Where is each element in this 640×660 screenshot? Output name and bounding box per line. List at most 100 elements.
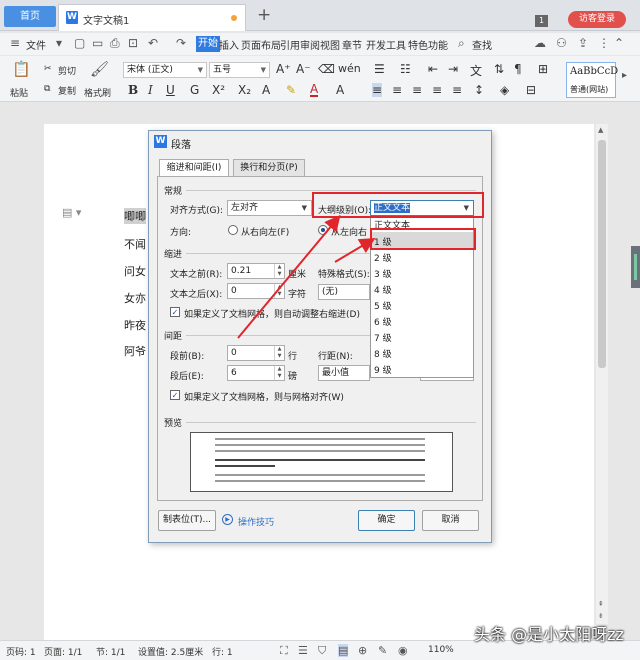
spinner-icon[interactable]: ▲ ▼ — [274, 284, 284, 298]
cut-icon[interactable]: ✂ — [44, 64, 52, 74]
align-right-icon[interactable]: ≡ — [412, 83, 422, 97]
show-marks-icon[interactable]: ¶ — [514, 62, 522, 76]
play-icon[interactable]: ▶ — [222, 514, 233, 525]
menu-insert[interactable]: 插入 — [219, 37, 239, 52]
dialog-titlebar[interactable]: W 段落 — [149, 131, 491, 153]
menu-review[interactable]: 审阅 — [300, 37, 320, 52]
menu-home[interactable]: 开始 — [196, 36, 220, 52]
vertical-scrollbar-thumb[interactable] — [598, 140, 606, 368]
highlight-icon[interactable]: ✎ — [286, 83, 296, 97]
outline-option[interactable]: 5 级 — [374, 299, 392, 312]
cancel-button[interactable]: 取消 — [422, 510, 479, 531]
menu-file[interactable]: 文件 — [26, 37, 46, 52]
align-left-icon[interactable]: ≡ — [372, 83, 383, 97]
line-spacing-select[interactable]: 最小值 — [318, 365, 370, 381]
font-size-select[interactable]: 五号 ▼ — [209, 62, 270, 78]
alignment-select[interactable]: 左对齐 ▼ — [227, 200, 312, 216]
subscript-icon[interactable]: X₂ — [238, 83, 251, 97]
zoom-level[interactable]: 110% — [428, 645, 454, 655]
rtl-label[interactable]: 从右向左(F) — [241, 225, 289, 238]
before-text-unit[interactable]: 厘米 — [288, 267, 306, 280]
shrink-font-icon[interactable]: A⁻ — [296, 62, 311, 76]
justify-icon[interactable]: ≡ — [432, 83, 442, 97]
new-doc-icon[interactable]: ▢ — [74, 36, 85, 50]
status-page-number[interactable]: 页码: 1 — [6, 645, 36, 658]
sort-icon[interactable]: ⇅ — [494, 62, 504, 76]
tab-line-page-break[interactable]: 换行和分页(P) — [233, 159, 305, 177]
status-row[interactable]: 行: 1 — [212, 645, 233, 658]
doc-line-1[interactable]: 唧唧 — [124, 208, 146, 224]
increase-indent-icon[interactable]: ⇥ — [448, 62, 458, 76]
status-page[interactable]: 页面: 1/1 — [44, 645, 82, 658]
menu-chapter[interactable]: 章节 — [342, 37, 362, 52]
side-panel-tab[interactable] — [631, 246, 640, 288]
font-name-select[interactable]: 宋体 (正文) ▼ — [123, 62, 207, 78]
tab-document[interactable]: W 文字文稿1 — [58, 4, 246, 31]
distribute-icon[interactable]: ≡ — [452, 83, 462, 97]
window-count-badge[interactable]: 1 — [535, 15, 548, 27]
share-icon[interactable]: ⇪ — [578, 36, 588, 50]
search-icon[interactable]: ⌕ — [458, 36, 465, 51]
tabs-button[interactable]: 制表位(T)... — [158, 510, 216, 531]
format-painter-button[interactable]: 格式刷 — [84, 86, 111, 99]
doc-line-5[interactable]: 昨夜 — [124, 317, 146, 333]
paste-icon[interactable]: 📋 — [12, 60, 31, 78]
italic-button[interactable]: I — [148, 83, 153, 97]
align-center-icon[interactable]: ≡ — [392, 83, 402, 97]
menu-developer[interactable]: 开发工具 — [366, 37, 406, 52]
status-setting[interactable]: 设置值: 2.5厘米 — [138, 645, 203, 658]
tips-link[interactable]: 操作技巧 — [238, 515, 274, 528]
space-after-unit[interactable]: 磅 — [288, 369, 297, 382]
style-gallery-normal[interactable]: AaBbCcD 普通(网站) — [566, 62, 618, 98]
line-spacing-icon[interactable]: ↕ — [474, 83, 484, 97]
char-shading-icon[interactable]: A — [336, 83, 344, 97]
doc-line-3[interactable]: 问女 — [124, 263, 146, 279]
paste-label[interactable]: 粘贴 — [10, 86, 28, 99]
collab-icon[interactable]: ⚇ — [556, 36, 567, 50]
before-text-input[interactable]: 0.21 ▲ ▼ — [227, 263, 285, 279]
outline-option[interactable]: 2 级 — [374, 251, 392, 264]
shading-icon[interactable]: ◈ — [500, 83, 509, 97]
web-view-icon[interactable]: ⊕ — [358, 644, 367, 657]
ltr-label[interactable]: 从左向右 — [331, 225, 367, 238]
menu-search[interactable]: 查找 — [472, 37, 492, 52]
menu-special[interactable]: 特色功能 — [408, 37, 448, 52]
font-color-icon[interactable]: A — [310, 83, 319, 97]
write-mode-icon[interactable]: ✎ — [378, 644, 387, 657]
special-format-select[interactable]: (无) — [318, 284, 370, 300]
borders-icon[interactable]: ⊟ — [526, 83, 536, 97]
superscript-icon[interactable]: X² — [212, 83, 225, 97]
format-painter-icon[interactable]: 🖌 — [90, 60, 109, 78]
strikethrough-icon[interactable]: G — [190, 83, 199, 97]
ltr-radio[interactable] — [318, 225, 328, 235]
status-section[interactable]: 节: 1/1 — [96, 645, 125, 658]
menu-page-layout[interactable]: 页面布局 — [241, 37, 281, 52]
preview-icon[interactable]: ⊡ — [128, 36, 138, 50]
style-gallery-scroll-icon[interactable]: ▸ — [622, 70, 627, 81]
fullscreen-icon[interactable]: ⛶ — [280, 644, 288, 658]
doc-line-2[interactable]: 不闻 — [124, 236, 146, 252]
open-folder-icon[interactable]: ▭ — [92, 36, 103, 50]
eye-icon[interactable]: ◉ — [398, 644, 408, 657]
border-icon[interactable]: ⊞ — [538, 62, 548, 76]
outline-view-icon[interactable]: ☰ — [298, 644, 308, 657]
outline-option[interactable]: 3 级 — [374, 267, 392, 280]
outline-option[interactable]: 9 级 — [374, 363, 392, 376]
numbering-icon[interactable]: ☷ — [400, 62, 411, 76]
scroll-next-page-icon[interactable]: ⇟ — [598, 612, 604, 620]
outline-option[interactable]: 8 级 — [374, 347, 392, 360]
protect-icon[interactable]: ⛉ — [318, 644, 326, 658]
copy-icon[interactable]: ⧉ — [44, 84, 50, 94]
chevron-down-icon[interactable]: ▾ — [56, 36, 62, 50]
page-view-icon[interactable]: ▤ — [338, 644, 349, 657]
paragraph-marker-icon[interactable]: ▤ ▾ — [62, 206, 81, 219]
tab-indent-spacing[interactable]: 缩进和间距(I) — [159, 159, 229, 177]
after-text-input[interactable]: 0 ▲ ▼ — [227, 283, 285, 299]
cloud-icon[interactable]: ☁ — [534, 36, 546, 50]
auto-indent-label[interactable]: 如果定义了文档网格，则自动调整右缩进(D) — [184, 307, 360, 320]
scroll-up-icon[interactable]: ▲ — [598, 126, 603, 134]
clear-format-icon[interactable]: ⌫ — [318, 62, 335, 76]
spinner-icon[interactable]: ▲ ▼ — [274, 366, 284, 380]
more-icon[interactable]: ⋮ — [598, 36, 610, 50]
phonetic-icon[interactable]: wén — [338, 62, 361, 75]
